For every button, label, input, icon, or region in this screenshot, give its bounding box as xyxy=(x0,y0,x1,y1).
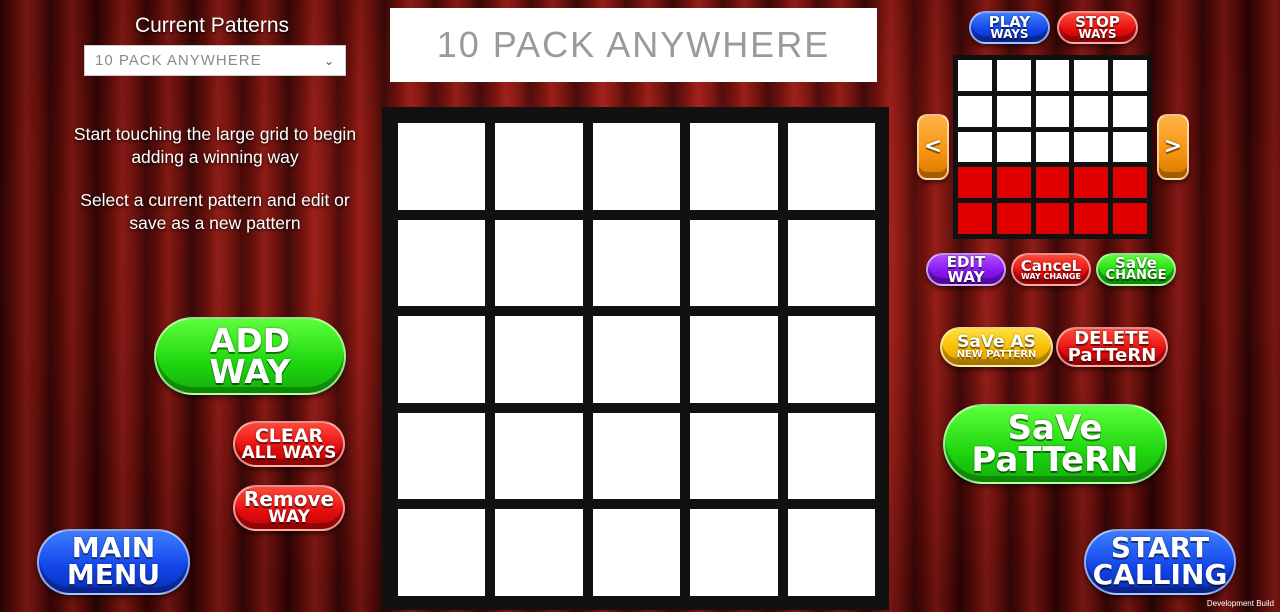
preview-cell xyxy=(1074,131,1109,163)
preview-cell xyxy=(1074,60,1109,91)
instruction-editing: Select a current pattern and edit or sav… xyxy=(80,190,350,233)
main-grid-cell[interactable] xyxy=(592,123,681,210)
save-change-button[interactable]: SaVe CHANGE xyxy=(1096,253,1176,286)
remove-way-label-2: WAY xyxy=(268,507,310,528)
next-way-button[interactable]: > xyxy=(1157,114,1189,180)
save-as-new-pattern-label-1: SaVe AS xyxy=(957,332,1036,353)
start-calling-button[interactable]: START CALLING xyxy=(1084,529,1236,595)
save-change-label-2: CHANGE xyxy=(1105,268,1167,284)
cancel-way-change-label-2: WAY CHANGE xyxy=(1021,271,1081,281)
main-grid-cell[interactable] xyxy=(592,412,681,500)
main-grid-cell[interactable] xyxy=(495,316,583,403)
pattern-title: 10 PACK ANYWHERE xyxy=(390,8,877,82)
stop-ways-button[interactable]: STOP WAYS xyxy=(1057,11,1138,44)
main-grid-cell[interactable] xyxy=(787,412,875,500)
preview-cell xyxy=(958,131,992,163)
preview-cell-selected xyxy=(1113,203,1147,234)
preview-cell-selected xyxy=(1035,203,1070,234)
save-pattern-button[interactable]: SaVe PaTTeRN xyxy=(943,404,1167,484)
preview-cell-selected xyxy=(1074,203,1109,234)
preview-cell-selected xyxy=(996,167,1031,199)
edit-way-button[interactable]: EDIT WAY xyxy=(926,253,1006,286)
cancel-way-change-label-1: CanceL xyxy=(1020,256,1082,275)
preview-cell-selected xyxy=(996,203,1031,234)
main-grid-cell[interactable] xyxy=(787,509,875,596)
main-grid-cell[interactable] xyxy=(787,316,875,403)
main-grid-cell[interactable] xyxy=(398,123,486,210)
main-grid-cell[interactable] xyxy=(690,316,778,403)
main-grid-cell[interactable] xyxy=(398,219,486,307)
preview-cell xyxy=(1113,95,1147,127)
preview-cell-selected xyxy=(1113,167,1147,199)
previous-way-button[interactable]: < xyxy=(917,114,949,180)
save-pattern-label-2: PaTTeRN xyxy=(971,440,1139,480)
preview-cell xyxy=(996,131,1031,163)
main-grid-cell[interactable] xyxy=(690,123,778,210)
main-grid-cell[interactable] xyxy=(398,316,486,403)
main-menu-button[interactable]: MAIN MENU xyxy=(37,529,190,595)
preview-cell xyxy=(996,95,1031,127)
preview-cell xyxy=(958,60,992,91)
preview-cell xyxy=(1035,60,1070,91)
delete-pattern-button[interactable]: DELETE PaTTeRN xyxy=(1056,327,1168,367)
save-as-new-pattern-label-2: NEW PATTERN xyxy=(956,349,1037,361)
main-grid-cell[interactable] xyxy=(690,412,778,500)
arrow-left-icon: < xyxy=(923,133,943,159)
preview-cell-selected xyxy=(958,167,992,199)
preview-cell xyxy=(1074,95,1109,127)
main-grid-cell[interactable] xyxy=(592,219,681,307)
preview-cell-selected xyxy=(1035,167,1070,199)
main-grid-cell[interactable] xyxy=(787,219,875,307)
pattern-dropdown[interactable]: 10 PACK ANYWHERE ⌄ xyxy=(84,45,346,76)
main-pattern-grid[interactable] xyxy=(382,107,889,610)
start-calling-label-2: CALLING xyxy=(1092,558,1228,591)
main-grid-cell[interactable] xyxy=(495,123,583,210)
instruction-adding: Start touching the large grid to begin a… xyxy=(73,124,357,167)
current-patterns-label: Current Patterns xyxy=(134,14,290,37)
pattern-dropdown-value: 10 PACK ANYWHERE xyxy=(95,52,262,69)
main-grid-cell[interactable] xyxy=(495,509,583,596)
preview-cell xyxy=(1113,131,1147,163)
preview-cell-selected xyxy=(1074,167,1109,199)
main-grid-cell[interactable] xyxy=(398,412,486,500)
preview-cell xyxy=(958,95,992,127)
main-grid-cell[interactable] xyxy=(398,509,486,596)
way-preview-grid xyxy=(953,55,1152,239)
main-grid-cell[interactable] xyxy=(690,219,778,307)
stop-ways-label-2: WAYS xyxy=(1078,26,1117,41)
remove-way-button[interactable]: Remove WAY xyxy=(233,485,345,531)
main-menu-label-2: MENU xyxy=(66,558,161,591)
main-grid-cell[interactable] xyxy=(495,412,583,500)
cancel-way-change-button[interactable]: CanceL WAY CHANGE xyxy=(1011,253,1091,286)
play-ways-label-2: WAYS xyxy=(990,26,1029,41)
edit-way-label-2: WAY xyxy=(947,267,985,286)
delete-pattern-label-2: PaTTeRN xyxy=(1067,345,1157,366)
preview-cell xyxy=(1035,95,1070,127)
add-way-label-2: WAY xyxy=(209,352,291,391)
preview-cell xyxy=(1035,131,1070,163)
play-ways-button[interactable]: PLAY WAYS xyxy=(969,11,1050,44)
main-grid-cell[interactable] xyxy=(592,509,681,596)
main-grid-cell[interactable] xyxy=(690,509,778,596)
clear-all-ways-button[interactable]: CLEAR ALL WAYS xyxy=(233,421,345,467)
clear-all-ways-label-2: ALL WAYS xyxy=(241,442,337,463)
add-way-button[interactable]: ADD WAY xyxy=(154,317,346,395)
preview-cell-selected xyxy=(958,203,992,234)
preview-cell xyxy=(1113,60,1147,91)
development-build-label: Development Build xyxy=(1206,599,1274,608)
main-grid-cell[interactable] xyxy=(787,123,875,210)
chevron-down-icon: ⌄ xyxy=(323,53,335,68)
preview-cell xyxy=(996,60,1031,91)
save-as-new-pattern-button[interactable]: SaVe AS NEW PATTERN xyxy=(940,327,1053,367)
main-grid-cell[interactable] xyxy=(592,316,681,403)
arrow-right-icon: > xyxy=(1163,133,1183,159)
main-grid-cell[interactable] xyxy=(495,219,583,307)
